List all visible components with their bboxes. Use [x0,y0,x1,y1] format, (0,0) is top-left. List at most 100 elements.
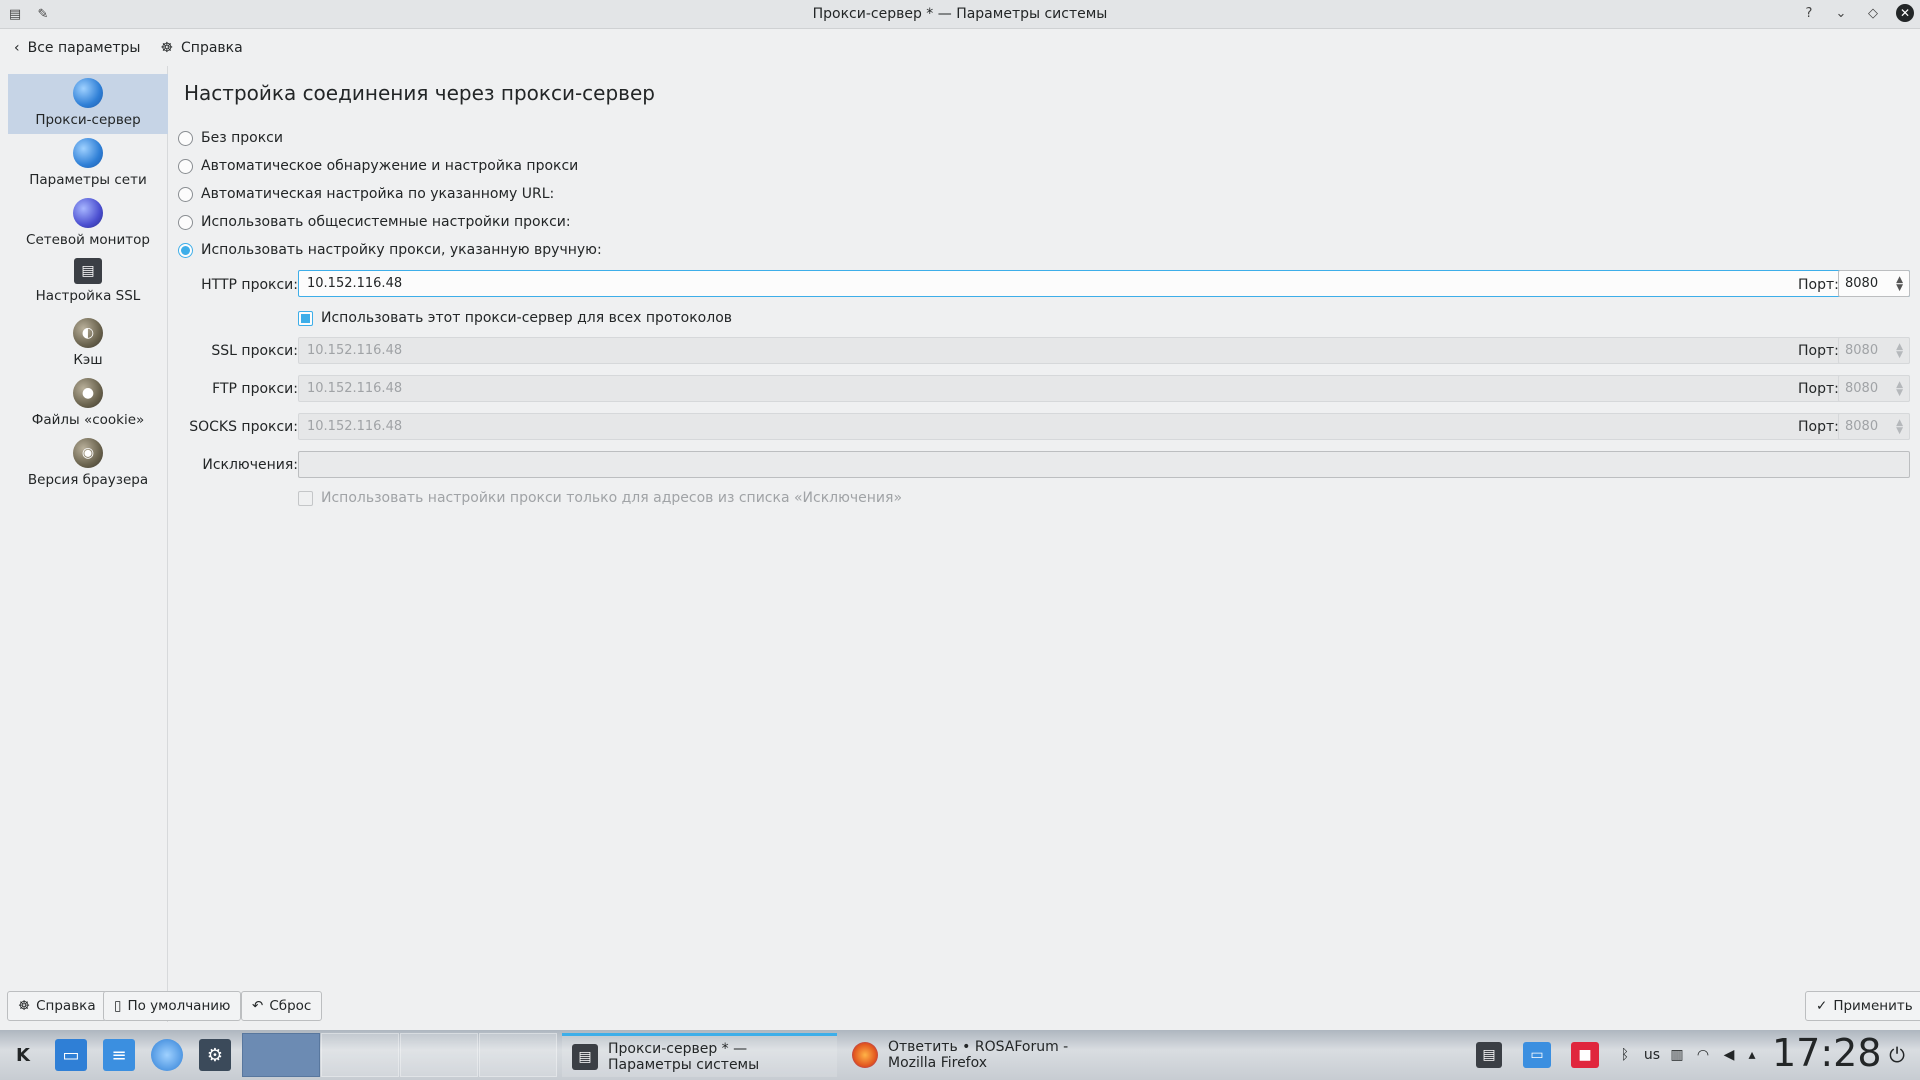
undo-icon: ↶ [252,998,264,1014]
power-icon[interactable]: ⏻ [1884,1042,1910,1068]
ftp-port-spinbox[interactable]: 8080 ▲ ▼ [1838,375,1910,402]
radio-button[interactable] [178,242,193,258]
radio-button[interactable] [178,214,193,230]
expand-tray-icon[interactable]: ▴ [1745,1042,1759,1068]
firefox-icon [852,1042,878,1068]
radio-label: Использовать настройку прокси, указанную… [201,242,602,258]
sidebar-item-cookies[interactable]: ● Файлы «cookie» [8,374,168,434]
clock[interactable]: 17:28 [1772,1031,1882,1075]
socks-port-value: 8080 [1845,419,1879,434]
http-port-value: 8080 [1845,276,1879,291]
radio-label: Автоматическая настройка по указанному U… [201,186,555,202]
socks-port-spinbox[interactable]: 8080 ▲ ▼ [1838,413,1910,440]
defaults-label: По умолчанию [127,998,231,1014]
document-icon: ▯ [114,998,122,1014]
socks-proxy-input[interactable]: 10.152.116.48 [298,413,1910,440]
radio-button[interactable] [178,158,193,174]
radio-button[interactable] [178,186,193,202]
bluetooth-icon[interactable]: ᛒ [1617,1042,1633,1068]
virtual-desktop-1[interactable] [242,1033,320,1077]
spin-arrows-icon[interactable]: ▲ ▼ [1896,275,1903,292]
volume-icon[interactable]: ◀ [1720,1042,1738,1068]
help-button[interactable]: ☸ Справка [160,40,242,56]
sidebar-item-label: Прокси-сервер [35,112,141,128]
task-system-settings[interactable]: ▤ Прокси-сервер * — Параметры системы [562,1033,837,1077]
checkmark-icon: ✓ [1816,998,1828,1014]
text-editor-icon[interactable]: ≡ [103,1039,135,1071]
ftp-proxy-value: 10.152.116.48 [307,381,403,396]
folder-tray-icon[interactable]: ▭ [1523,1042,1551,1068]
browser-icon[interactable] [151,1039,183,1071]
reset-button[interactable]: ↶ Сброс [241,991,323,1021]
apply-label: Применить [1833,998,1913,1014]
use-for-all-label: Использовать этот прокси-сервер для всех… [321,310,733,326]
app-launcher-icon[interactable]: K [7,1039,39,1071]
cookie-icon: ● [73,378,103,408]
clipboard-icon[interactable]: ▥ [1668,1042,1686,1068]
browser-version-icon: ◉ [73,438,103,468]
sidebar-item-proxy[interactable]: Прокси-сервер [8,74,168,134]
radio-auto-url[interactable]: Автоматическая настройка по указанному U… [178,186,554,202]
defaults-button[interactable]: ▯ По умолчанию [103,991,242,1021]
virtual-desktop-4[interactable] [479,1033,557,1077]
radio-button[interactable] [178,130,193,146]
radio-no-proxy[interactable]: Без прокси [178,130,283,146]
minimize-icon[interactable]: ⌄ [1832,4,1850,22]
cache-icon: ◐ [73,318,103,348]
maximize-icon[interactable]: ◇ [1864,4,1882,22]
file-manager-icon[interactable]: ▭ [55,1039,87,1071]
task-firefox[interactable]: Ответить • ROSAForum - Mozilla Firefox [842,1033,1117,1077]
reset-label: Сброс [269,998,312,1014]
ssl-proxy-label: SSL прокси: [211,343,298,359]
help-bottom-label: Справка [36,998,96,1014]
exceptions-input[interactable] [298,451,1910,478]
system-settings-icon[interactable]: ⚙ [199,1039,231,1071]
settings-tray-icon[interactable]: ▤ [1476,1042,1502,1068]
use-for-all-checkbox[interactable] [298,310,313,326]
radio-auto-detect[interactable]: Автоматическое обнаружение и настройка п… [178,158,578,174]
virtual-desktop-2[interactable] [321,1033,399,1077]
window-title: Прокси-сервер * — Параметры системы [812,6,1108,22]
globe-icon [73,78,103,108]
taskbar: K ▭ ≡ ⚙ ▤ Прокси-сервер * — Параметры си… [0,1030,1920,1080]
virtual-desktop-3[interactable] [400,1033,478,1077]
spin-arrows-icon: ▲ ▼ [1896,417,1903,436]
http-proxy-input[interactable]: 10.152.116.48 [298,270,1910,297]
only-exceptions-checkbox[interactable] [298,490,313,506]
system-settings-icon: ▤ [572,1043,598,1070]
pin-icon[interactable]: ✎ [34,5,52,23]
wifi-icon[interactable]: ◠ [1694,1042,1712,1068]
use-for-all-checkbox-row[interactable]: Использовать этот прокси-сервер для всех… [298,310,732,326]
sidebar-item-ssl[interactable]: ▤ Настройка SSL [8,254,168,314]
sidebar-item-cache[interactable]: ◐ Кэш [8,314,168,374]
sidebar-item-label: Файлы «cookie» [31,412,145,428]
sidebar-item-network[interactable]: Параметры сети [8,134,168,194]
radio-system-proxy[interactable]: Использовать общесистемные настройки про… [178,214,571,230]
sidebar-item-label: Параметры сети [29,172,147,188]
apply-button[interactable]: ✓ Применить [1805,991,1920,1021]
ssl-proxy-input[interactable]: 10.152.116.48 [298,337,1910,364]
chevron-left-icon: ‹ [14,40,20,56]
help-bottom-button[interactable]: ☸ Справка [7,991,107,1021]
app-menu-icon[interactable]: ▤ [6,5,24,23]
http-port-spinbox[interactable]: 8080 ▲ ▼ [1838,270,1910,297]
socks-proxy-label: SOCKS прокси: [189,419,298,435]
ssl-port-spinbox[interactable]: 8080 ▲ ▼ [1838,337,1910,364]
close-icon[interactable]: ✕ [1896,4,1914,22]
radio-manual-proxy[interactable]: Использовать настройку прокси, указанную… [178,242,602,258]
http-proxy-label: HTTP прокси: [201,277,298,293]
ftp-proxy-input[interactable]: 10.152.116.48 [298,375,1910,402]
page-title: Настройка соединения через прокси-сервер [184,81,655,105]
task-label: Ответить • ROSAForum - Mozilla Firefox [888,1039,1069,1071]
sidebar-item-network-monitor[interactable]: Сетевой монитор [8,194,168,254]
ftp-port-value: 8080 [1845,381,1879,396]
sidebar-item-browser-version[interactable]: ◉ Версия браузера [8,434,168,494]
package-tray-icon[interactable]: ■ [1571,1042,1599,1068]
keyboard-layout[interactable]: us [1641,1042,1663,1068]
only-exceptions-checkbox-row[interactable]: Использовать настройки прокси только для… [298,490,902,506]
sidebar-item-label: Версия браузера [27,472,149,488]
all-settings-button[interactable]: ‹ Все параметры [14,40,140,56]
help-icon[interactable]: ? [1800,4,1818,22]
network-monitor-icon [73,198,103,228]
ftp-port-label: Порт: [1798,381,1839,397]
